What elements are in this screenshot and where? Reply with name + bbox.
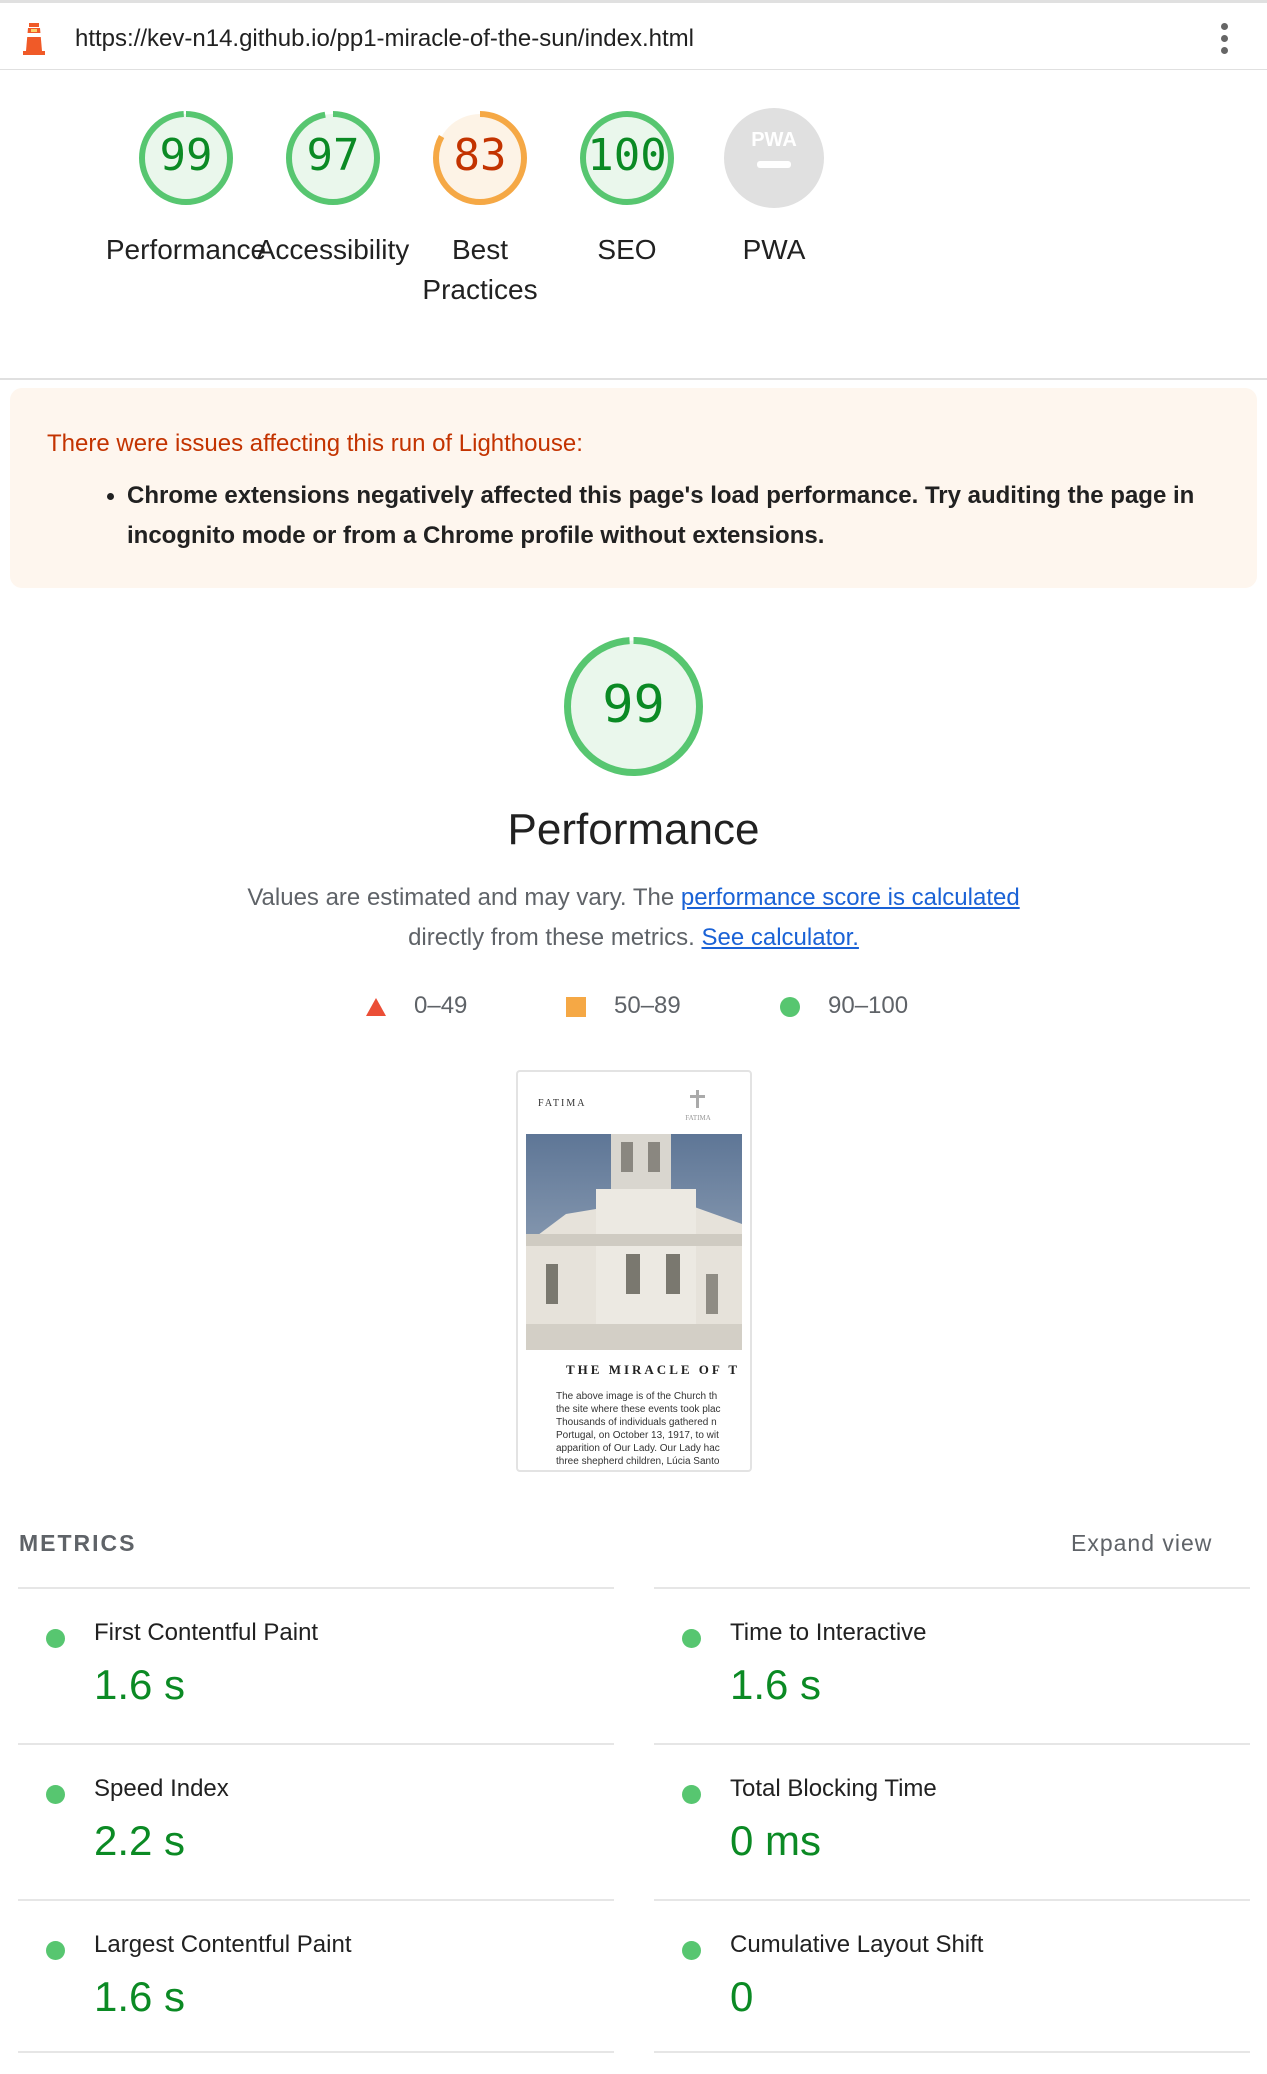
gauge-label-line2: Practices (422, 274, 538, 305)
gauge-best-practices-ring: 83 (433, 111, 527, 205)
legend-average-label: 50–89 (614, 992, 681, 1019)
description-text-1: Values are estimated and may vary. The (247, 884, 681, 911)
metric-value: 1.6 s (730, 1661, 822, 1708)
description-text-2: directly from these metrics. (408, 924, 695, 951)
metric-value: 1.6 s (94, 1661, 186, 1708)
gauge-score: 83 (454, 130, 507, 181)
warning-item: Chrome extensions negatively affected th… (107, 476, 1217, 556)
metric-value: 1.6 s (94, 1973, 186, 2020)
metric-name: First Contentful Paint (94, 1619, 319, 1646)
thumbnail-body-line: three shepherd children, Lúcia Santo (556, 1456, 720, 1467)
thumbnail-body-line: Thousands of individuals gathered n (556, 1417, 717, 1428)
gauge-performance-ring: 99 (139, 111, 233, 205)
url-bar: https://kev-n14.github.io/pp1-miracle-of… (0, 0, 1267, 70)
metric-largest-contentful-paint: Largest Contentful Paint 1.6 s (18, 1899, 614, 2055)
thumbnail-body-line: apparition of Our Lady. Our Lady hac (556, 1443, 720, 1454)
gauge-pwa[interactable]: PWA PWA (674, 108, 874, 270)
gauge-score: 99 (160, 130, 213, 181)
metric-value: 0 (730, 1973, 754, 2020)
gauge-label-line1: Best (451, 234, 509, 265)
cross-logo-icon: FATIMA (685, 1090, 711, 1122)
performance-score: 99 (602, 675, 665, 735)
thumbnail-body-line: Portugal, on October 13, 1917, to wit (556, 1430, 719, 1441)
metric-name: Largest Contentful Paint (94, 1931, 352, 1958)
pass-dot-icon (46, 1941, 65, 1960)
metric-value: 0 ms (730, 1817, 822, 1864)
red-triangle-icon (366, 998, 386, 1016)
thumbnail-body: The above image is of the Church th the … (556, 1390, 750, 1468)
performance-description: Values are estimated and may vary. The p… (0, 878, 1267, 958)
pass-dot-icon (682, 1785, 701, 1804)
pwa-badge-icon: PWA (724, 108, 824, 208)
performance-score-link[interactable]: performance score is calculated (681, 884, 1020, 911)
warning-title: There were issues affecting this run of … (47, 430, 583, 457)
thumbnail-brand: FATIMA (538, 1098, 587, 1109)
thumbnail-body-line: the site where these events took plac (556, 1404, 721, 1415)
url-text[interactable]: https://kev-n14.github.io/pp1-miracle-of… (75, 25, 694, 53)
gauge-score: 100 (587, 130, 666, 181)
gauge-score: 97 (307, 130, 360, 181)
gauge-label: PWA (742, 234, 806, 265)
metric-time-to-interactive: Time to Interactive 1.6 s (654, 1587, 1250, 1743)
gauge-seo-ring: 100 (580, 111, 674, 205)
metric-name: Cumulative Layout Shift (730, 1931, 984, 1958)
performance-title: Performance (507, 805, 760, 854)
pass-dot-icon (682, 1941, 701, 1960)
pass-dot-icon (46, 1629, 65, 1648)
see-calculator-link[interactable]: See calculator. (701, 924, 858, 951)
thumbnail-headline: THE MIRACLE OF T (566, 1362, 741, 1377)
lighthouse-icon (23, 23, 45, 55)
thumbnail-logo-text: FATIMA (685, 1114, 711, 1122)
church-photo (526, 1134, 742, 1350)
pwa-badge-text: PWA (751, 129, 797, 151)
metrics-divider (654, 2051, 1250, 2053)
lighthouse-warning-box: There were issues affecting this run of … (10, 388, 1257, 588)
metric-cumulative-layout-shift: Cumulative Layout Shift 0 (654, 1899, 1250, 2055)
metric-name: Total Blocking Time (730, 1775, 937, 1802)
orange-square-icon (566, 997, 586, 1017)
metrics-divider (18, 2051, 614, 2053)
pass-dot-icon (46, 1785, 65, 1804)
final-screenshot-thumbnail[interactable]: FATIMA FATIMA THE MIRACLE OF T The above… (516, 1070, 752, 1472)
metric-name: Time to Interactive (730, 1619, 927, 1646)
more-options-icon[interactable] (1210, 21, 1238, 57)
legend-fail-label: 0–49 (414, 992, 468, 1019)
performance-score-gauge: 99 (564, 637, 703, 776)
metric-value: 2.2 s (94, 1817, 186, 1864)
category-gauges: 99 Performance 97 Accessibility 83 Best P… (0, 70, 1267, 380)
legend-pass-label: 90–100 (828, 992, 909, 1019)
metric-total-blocking-time: Total Blocking Time 0 ms (654, 1743, 1250, 1899)
score-legend: 0–49 50–89 90–100 (0, 992, 1267, 1026)
green-circle-icon (780, 997, 800, 1017)
thumbnail-body-line: The above image is of the Church th (556, 1391, 718, 1402)
metric-speed-index: Speed Index 2.2 s (18, 1743, 614, 1899)
metric-first-contentful-paint: First Contentful Paint 1.6 s (18, 1587, 614, 1743)
gauge-accessibility-ring: 97 (286, 111, 380, 205)
expand-view-toggle[interactable]: Expand view (1071, 1530, 1212, 1557)
warning-list: Chrome extensions negatively affected th… (107, 476, 1217, 556)
pass-dot-icon (682, 1629, 701, 1648)
metric-name: Speed Index (94, 1775, 229, 1802)
metrics-heading: METRICS (19, 1530, 137, 1556)
